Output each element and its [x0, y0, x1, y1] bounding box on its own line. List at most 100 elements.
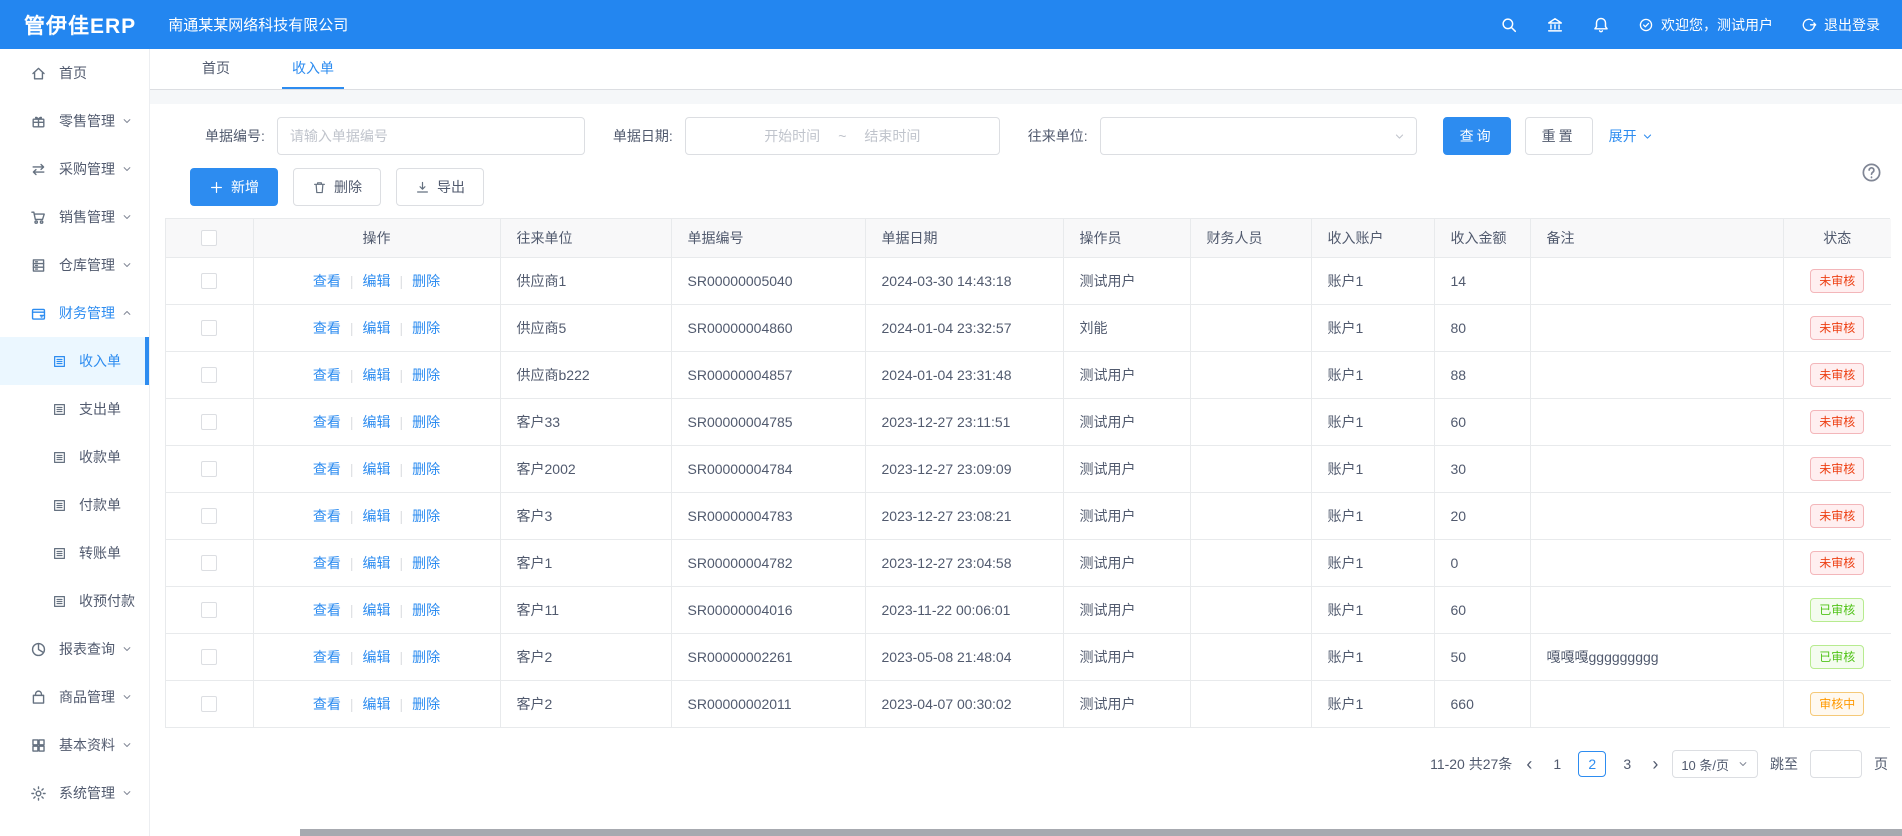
- view-link[interactable]: 查看: [313, 461, 341, 477]
- logout-button[interactable]: 退出登录: [1801, 15, 1880, 35]
- cell-bill-date: 2023-05-08 21:48:04: [865, 633, 1063, 680]
- export-button[interactable]: 导出: [396, 168, 484, 206]
- row-checkbox[interactable]: [201, 696, 217, 712]
- delete-link[interactable]: 删除: [412, 367, 440, 383]
- view-link[interactable]: 查看: [313, 367, 341, 383]
- sidebar-item[interactable]: 采购管理: [0, 145, 149, 193]
- sidebar-subitem[interactable]: 支出单: [0, 385, 149, 433]
- cell-remark: [1530, 492, 1783, 539]
- cell-partner: 客户3: [500, 492, 671, 539]
- view-link[interactable]: 查看: [313, 602, 341, 618]
- edit-link[interactable]: 编辑: [363, 414, 391, 430]
- row-checkbox[interactable]: [201, 508, 217, 524]
- partner-label: 往来单位:: [1028, 126, 1088, 146]
- edit-link[interactable]: 编辑: [363, 602, 391, 618]
- cell-income-amount: 80: [1434, 304, 1530, 351]
- sales-icon: [30, 209, 47, 226]
- delete-link[interactable]: 删除: [412, 696, 440, 712]
- edit-link[interactable]: 编辑: [363, 320, 391, 336]
- sidebar-item[interactable]: 首页: [0, 49, 149, 97]
- sidebar-item[interactable]: 报表查询: [0, 625, 149, 673]
- page-number-3[interactable]: 3: [1616, 751, 1638, 777]
- sidebar-subitem[interactable]: 收预付款: [0, 577, 149, 625]
- sidebar-subitem-label: 收入单: [79, 351, 121, 371]
- jump-page-input[interactable]: [1810, 750, 1862, 778]
- edit-link[interactable]: 编辑: [363, 273, 391, 289]
- view-link[interactable]: 查看: [313, 508, 341, 524]
- cell-finance-staff: [1190, 257, 1311, 304]
- sidebar-item[interactable]: 系统管理: [0, 769, 149, 817]
- cell-operator: 测试用户: [1063, 586, 1190, 633]
- row-checkbox[interactable]: [201, 273, 217, 289]
- add-button[interactable]: 新增: [190, 168, 278, 206]
- edit-link[interactable]: 编辑: [363, 696, 391, 712]
- status-badge: 未审核: [1810, 457, 1864, 481]
- row-checkbox[interactable]: [201, 649, 217, 665]
- view-link[interactable]: 查看: [313, 696, 341, 712]
- search-button[interactable]: 查询: [1443, 117, 1511, 155]
- prev-page-button[interactable]: ‹: [1524, 755, 1534, 773]
- expand-filters-link[interactable]: 展开: [1609, 126, 1654, 146]
- search-icon[interactable]: [1500, 16, 1518, 34]
- sidebar-item[interactable]: 仓库管理: [0, 241, 149, 289]
- view-link[interactable]: 查看: [313, 649, 341, 665]
- reset-button[interactable]: 重置: [1525, 117, 1593, 155]
- sidebar-item[interactable]: 商品管理: [0, 673, 149, 721]
- sidebar-item[interactable]: 零售管理: [0, 97, 149, 145]
- tab-home[interactable]: 首页: [192, 49, 240, 89]
- row-checkbox[interactable]: [201, 461, 217, 477]
- bell-icon[interactable]: [1592, 16, 1610, 34]
- edit-link[interactable]: 编辑: [363, 461, 391, 477]
- delete-link[interactable]: 删除: [412, 555, 440, 571]
- sidebar-subitem[interactable]: 付款单: [0, 481, 149, 529]
- view-link[interactable]: 查看: [313, 555, 341, 571]
- edit-link[interactable]: 编辑: [363, 649, 391, 665]
- sidebar-subitem[interactable]: 收入单: [0, 337, 149, 385]
- cell-remark: 嘎嘎嘎ggggggggg: [1530, 633, 1783, 680]
- view-link[interactable]: 查看: [313, 273, 341, 289]
- view-link[interactable]: 查看: [313, 414, 341, 430]
- sidebar-subitem-label: 支出单: [79, 399, 121, 419]
- table-toolbar: 新增 删除 导出: [190, 168, 1890, 206]
- page-size-select[interactable]: 10 条/页: [1672, 750, 1758, 778]
- delete-button[interactable]: 删除: [293, 168, 381, 206]
- welcome-user[interactable]: 欢迎您，测试用户: [1638, 15, 1773, 35]
- sidebar-subitem[interactable]: 转账单: [0, 529, 149, 577]
- row-checkbox[interactable]: [201, 414, 217, 430]
- next-page-button[interactable]: ›: [1650, 755, 1660, 773]
- date-range-picker[interactable]: 开始时间 ~ 结束时间: [685, 117, 1000, 155]
- bill-no-input[interactable]: [277, 117, 585, 155]
- delete-link[interactable]: 删除: [412, 461, 440, 477]
- row-checkbox[interactable]: [201, 320, 217, 336]
- row-checkbox[interactable]: [201, 367, 217, 383]
- bank-icon[interactable]: [1546, 16, 1564, 34]
- help-icon[interactable]: [1861, 162, 1882, 183]
- horizontal-scrollbar[interactable]: [300, 829, 1902, 836]
- tab-income-bill[interactable]: 收入单: [282, 49, 344, 89]
- page-number-2[interactable]: 2: [1578, 751, 1606, 777]
- delete-link[interactable]: 删除: [412, 320, 440, 336]
- sidebar-item[interactable]: 财务管理: [0, 289, 149, 337]
- sidebar-subitem[interactable]: 收款单: [0, 433, 149, 481]
- logout-icon: [1801, 17, 1817, 33]
- row-checkbox[interactable]: [201, 555, 217, 571]
- edit-link[interactable]: 编辑: [363, 555, 391, 571]
- edit-link[interactable]: 编辑: [363, 367, 391, 383]
- partner-select[interactable]: [1100, 117, 1417, 155]
- download-icon: [415, 180, 430, 195]
- row-checkbox[interactable]: [201, 602, 217, 618]
- view-link[interactable]: 查看: [313, 320, 341, 336]
- delete-link[interactable]: 删除: [412, 602, 440, 618]
- sidebar-item[interactable]: 销售管理: [0, 193, 149, 241]
- delete-link[interactable]: 删除: [412, 273, 440, 289]
- sidebar-item[interactable]: 基本资料: [0, 721, 149, 769]
- page-number-1[interactable]: 1: [1546, 751, 1568, 777]
- edit-link[interactable]: 编辑: [363, 508, 391, 524]
- cell-bill-no: SR00000004016: [671, 586, 865, 633]
- select-all-checkbox[interactable]: [201, 230, 217, 246]
- cell-partner: 供应商5: [500, 304, 671, 351]
- cell-bill-date: 2024-01-04 23:31:48: [865, 351, 1063, 398]
- delete-link[interactable]: 删除: [412, 414, 440, 430]
- delete-link[interactable]: 删除: [412, 649, 440, 665]
- delete-link[interactable]: 删除: [412, 508, 440, 524]
